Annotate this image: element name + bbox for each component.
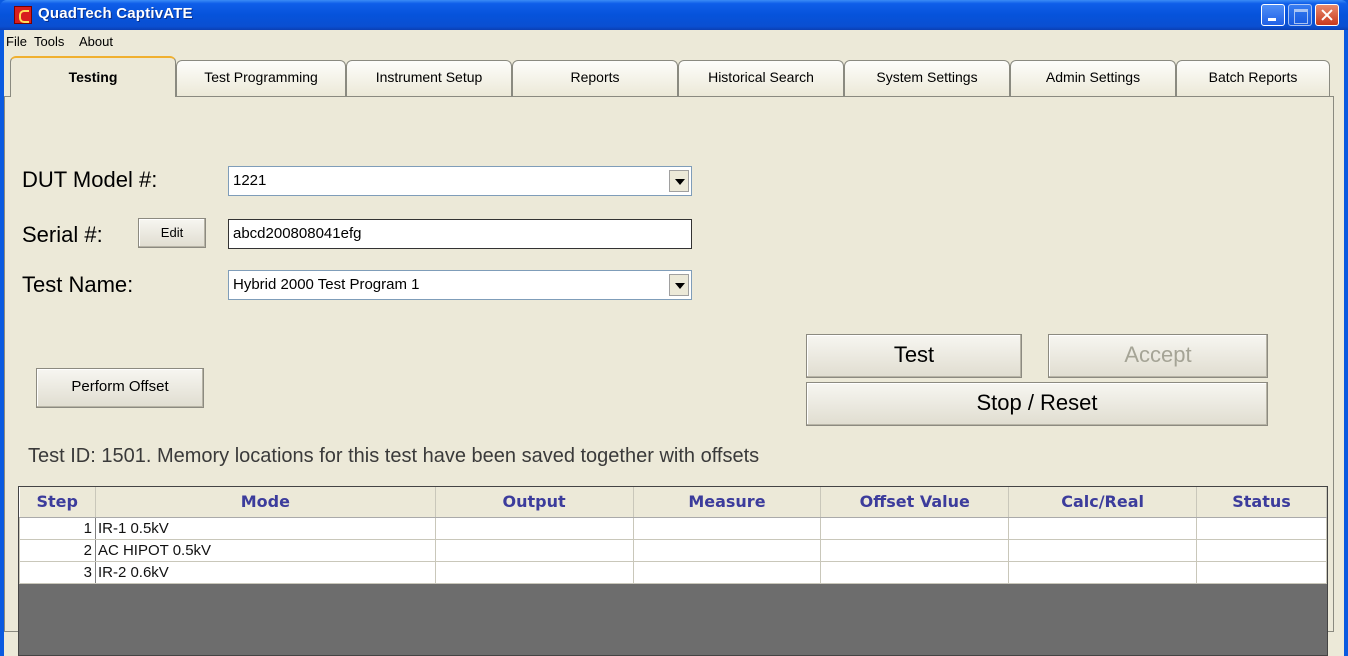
- chevron-down-icon[interactable]: [669, 274, 689, 296]
- test-name-value: Hybrid 2000 Test Program 1: [233, 276, 420, 293]
- output-cell: [434, 538, 634, 562]
- column-header[interactable]: Output: [435, 487, 634, 518]
- tab-strip: Testing Test Programming Instrument Setu…: [4, 56, 1332, 97]
- column-header[interactable]: Status: [1196, 487, 1327, 518]
- tab-historical-search[interactable]: Historical Search: [678, 60, 844, 96]
- step-cell: 1: [19, 516, 96, 540]
- offset-cell: [820, 538, 1010, 562]
- results-table: Step Mode Output Measure Offset Value Ca…: [19, 487, 1327, 584]
- tab-system-settings[interactable]: System Settings: [844, 60, 1010, 96]
- offset-cell: [820, 516, 1010, 540]
- perform-offset-label: Perform Offset: [71, 378, 169, 395]
- tab-batch-reports[interactable]: Batch Reports: [1176, 60, 1330, 96]
- tab-instrument-setup[interactable]: Instrument Setup: [346, 60, 512, 96]
- serial-label: Serial #:: [22, 222, 103, 247]
- results-grid[interactable]: Step Mode Output Measure Offset Value Ca…: [18, 486, 1328, 656]
- status-message: Test ID: 1501. Memory locations for this…: [28, 445, 760, 467]
- window-title: QuadTech CaptivATE: [38, 5, 193, 22]
- measure-cell: [632, 560, 822, 584]
- column-header[interactable]: Offset Value: [820, 487, 1010, 518]
- column-header[interactable]: Step: [19, 487, 96, 518]
- maximize-button: [1288, 4, 1312, 26]
- measure-cell: [632, 516, 822, 540]
- status-cell: [1196, 516, 1327, 540]
- status-cell: [1196, 560, 1327, 584]
- calc-cell: [1008, 538, 1198, 562]
- close-button[interactable]: [1315, 4, 1339, 26]
- dut-model-select[interactable]: 1221: [228, 166, 692, 196]
- tab-testing[interactable]: Testing: [10, 56, 176, 97]
- dut-model-label: DUT Model #:: [22, 167, 158, 192]
- serial-input[interactable]: abcd200808041efg: [228, 219, 692, 249]
- perform-offset-button[interactable]: Perform Offset: [36, 368, 204, 408]
- test-button[interactable]: Test: [806, 334, 1022, 378]
- title-bar[interactable]: QuadTech CaptivATE: [0, 0, 1348, 30]
- test-name-label: Test Name:: [22, 272, 134, 297]
- accept-button-label: Accept: [1124, 342, 1192, 367]
- table-row[interactable]: 1 IR-1 0.5kV: [19, 516, 1327, 540]
- chevron-down-icon[interactable]: [669, 170, 689, 192]
- stop-reset-button[interactable]: Stop / Reset: [806, 382, 1268, 426]
- minimize-button[interactable]: [1261, 4, 1285, 26]
- test-button-label: Test: [893, 342, 935, 367]
- serial-value: abcd200808041efg: [233, 225, 362, 242]
- measure-cell: [632, 538, 822, 562]
- test-name-select[interactable]: Hybrid 2000 Test Program 1: [228, 270, 692, 300]
- offset-cell: [820, 560, 1010, 584]
- mode-cell: IR-1 0.5kV: [94, 516, 436, 540]
- output-cell: [434, 516, 634, 540]
- app-logo-icon: [14, 6, 32, 24]
- accept-button: Accept: [1048, 334, 1268, 378]
- tab-reports[interactable]: Reports: [512, 60, 678, 96]
- menu-file[interactable]: File: [6, 34, 27, 49]
- column-header[interactable]: Measure: [633, 487, 822, 518]
- mode-cell: IR-2 0.6kV: [94, 560, 436, 584]
- tab-admin-settings[interactable]: Admin Settings: [1010, 60, 1176, 96]
- table-row[interactable]: 3 IR-2 0.6kV: [19, 560, 1327, 584]
- menu-tools[interactable]: Tools: [34, 34, 64, 49]
- mode-cell: AC HIPOT 0.5kV: [94, 538, 436, 562]
- menu-about[interactable]: About: [79, 34, 113, 49]
- serial-edit-label: Edit: [160, 225, 184, 240]
- menu-bar: File Tools About: [4, 30, 1344, 54]
- dut-model-value: 1221: [233, 172, 267, 189]
- table-row[interactable]: 2 AC HIPOT 0.5kV: [19, 538, 1327, 562]
- tab-test-programming[interactable]: Test Programming: [176, 60, 346, 96]
- step-cell: 2: [19, 538, 96, 562]
- serial-edit-button[interactable]: Edit: [138, 218, 206, 248]
- grid-header-row: Step Mode Output Measure Offset Value Ca…: [19, 487, 1327, 518]
- calc-cell: [1008, 516, 1198, 540]
- step-cell: 3: [19, 560, 96, 584]
- stop-reset-label: Stop / Reset: [976, 390, 1098, 415]
- column-header[interactable]: Calc/Real: [1008, 487, 1198, 518]
- status-cell: [1196, 538, 1327, 562]
- column-header[interactable]: Mode: [95, 487, 436, 518]
- calc-cell: [1008, 560, 1198, 584]
- output-cell: [434, 560, 634, 584]
